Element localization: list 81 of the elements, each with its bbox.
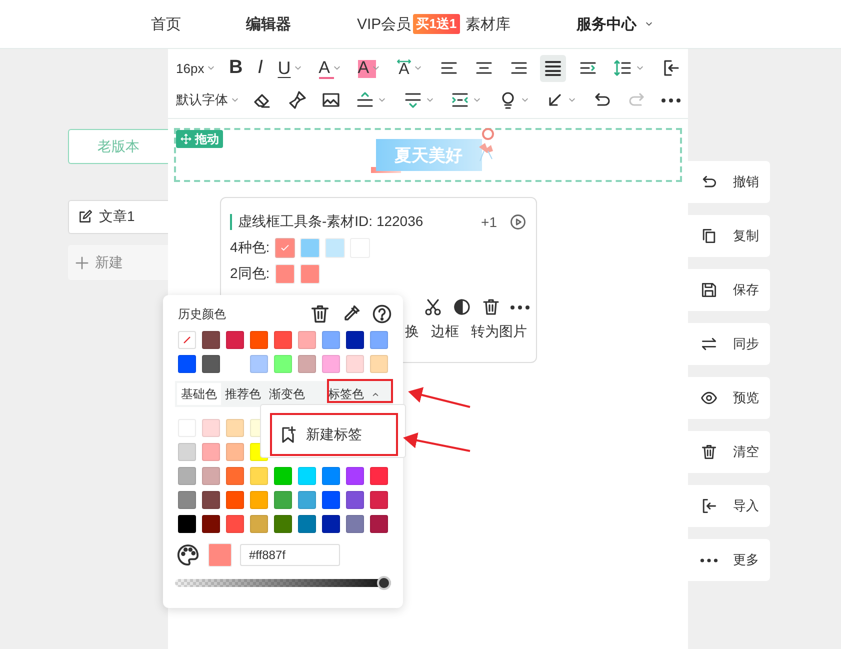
- side-action-button[interactable]: 同步: [688, 323, 770, 365]
- edit-icon: [77, 209, 93, 225]
- side-action-button[interactable]: 复制: [688, 215, 770, 257]
- bold-button[interactable]: B: [226, 54, 246, 82]
- trash-button[interactable]: [481, 297, 501, 317]
- action-label[interactable]: 边框: [431, 323, 459, 341]
- plus-icon: [74, 254, 90, 270]
- more-icon: [660, 98, 681, 102]
- spacing-arrow-icon: [396, 58, 411, 64]
- section-title: 历史颜色: [178, 306, 227, 322]
- image-icon: [321, 90, 342, 110]
- letter-spacing-button[interactable]: A: [394, 54, 427, 82]
- new-tag-menu-item[interactable]: 新建标签: [270, 413, 398, 456]
- hex-input-field[interactable]: #ff887f: [240, 544, 340, 566]
- annotation-arrow: [403, 432, 470, 452]
- more-button[interactable]: [510, 304, 530, 310]
- justify-button[interactable]: [540, 54, 566, 82]
- side-action-button[interactable]: 预览: [688, 377, 770, 419]
- move-icon: [180, 133, 192, 145]
- panel-title: 虚线框工具条-素材ID: 122036: [238, 213, 424, 231]
- color-group-label: 2同色:: [230, 265, 270, 283]
- current-color-swatch: [208, 543, 232, 567]
- more-icon: [700, 558, 718, 562]
- article-label: 文章1: [99, 208, 135, 226]
- scissors-button[interactable]: [423, 297, 443, 317]
- space-before-icon: [355, 90, 376, 110]
- swap-icon: [700, 335, 718, 353]
- letter-glyph: A: [398, 62, 410, 78]
- more-icon: [510, 304, 530, 310]
- palette-icon: [176, 543, 200, 567]
- side-action-button[interactable]: 撤销: [688, 161, 770, 203]
- line-height-icon: [613, 58, 634, 78]
- scissors-icon: [423, 297, 443, 317]
- nav-link[interactable]: VIP会员: [357, 14, 412, 34]
- no-color-swatch[interactable]: [178, 331, 196, 349]
- copy-icon: [700, 227, 718, 245]
- trash-icon: [700, 443, 718, 461]
- brush-icon: [286, 90, 307, 110]
- trash-icon: [481, 297, 501, 317]
- underline-button[interactable]: U: [274, 54, 307, 82]
- font-size-dropdown[interactable]: 16px: [176, 54, 218, 82]
- side-action-button[interactable]: 导入: [688, 485, 770, 527]
- color-swatch[interactable]: [275, 238, 295, 258]
- nav-link[interactable]: 素材库: [466, 14, 511, 34]
- side-action-button[interactable]: 清空: [688, 431, 770, 473]
- nav-link[interactable]: 编辑器: [246, 14, 291, 34]
- trash-icon: [309, 303, 331, 325]
- side-action-button[interactable]: 更多: [688, 539, 770, 581]
- count-label: +1: [481, 214, 497, 230]
- color-tab[interactable]: 基础色: [177, 383, 221, 405]
- article-tab[interactable]: 文章1: [68, 200, 168, 234]
- play-icon: [509, 213, 527, 231]
- color-tab[interactable]: 渐变色: [265, 383, 309, 405]
- justify-icon: [543, 58, 564, 78]
- action-label[interactable]: 转为图片: [471, 323, 527, 341]
- nav-link[interactable]: 首页: [151, 14, 181, 34]
- play-button[interactable]: [509, 213, 527, 231]
- trash-button[interactable]: [309, 303, 331, 325]
- help-icon: [371, 303, 393, 325]
- color-group-label: 4种色:: [230, 239, 270, 257]
- import-icon: [700, 497, 718, 515]
- banner-text: 夏天美好: [394, 144, 462, 166]
- promo-badge: 买1送1: [413, 14, 460, 34]
- annotation-arrow: [408, 387, 470, 408]
- opacity-slider[interactable]: [175, 576, 391, 590]
- action-label[interactable]: 换: [405, 323, 419, 341]
- color-tab[interactable]: 推荐色: [221, 383, 265, 405]
- accent-bar: [230, 214, 232, 230]
- side-action-button[interactable]: 保存: [688, 269, 770, 311]
- italic-button[interactable]: I: [254, 54, 266, 82]
- help-button[interactable]: [371, 303, 393, 325]
- nav-link[interactable]: 服务中心: [576, 14, 637, 34]
- annotation-box: [327, 379, 393, 403]
- eye-icon: [700, 389, 718, 407]
- save-icon: [700, 281, 718, 299]
- font-family-dropdown[interactable]: 默认字体: [176, 86, 241, 114]
- space-after-icon: [402, 90, 423, 110]
- contrast-icon: [452, 297, 472, 317]
- slider-thumb[interactable]: [377, 576, 391, 590]
- spacing-icon: [450, 90, 470, 110]
- contrast-button[interactable]: [452, 297, 472, 317]
